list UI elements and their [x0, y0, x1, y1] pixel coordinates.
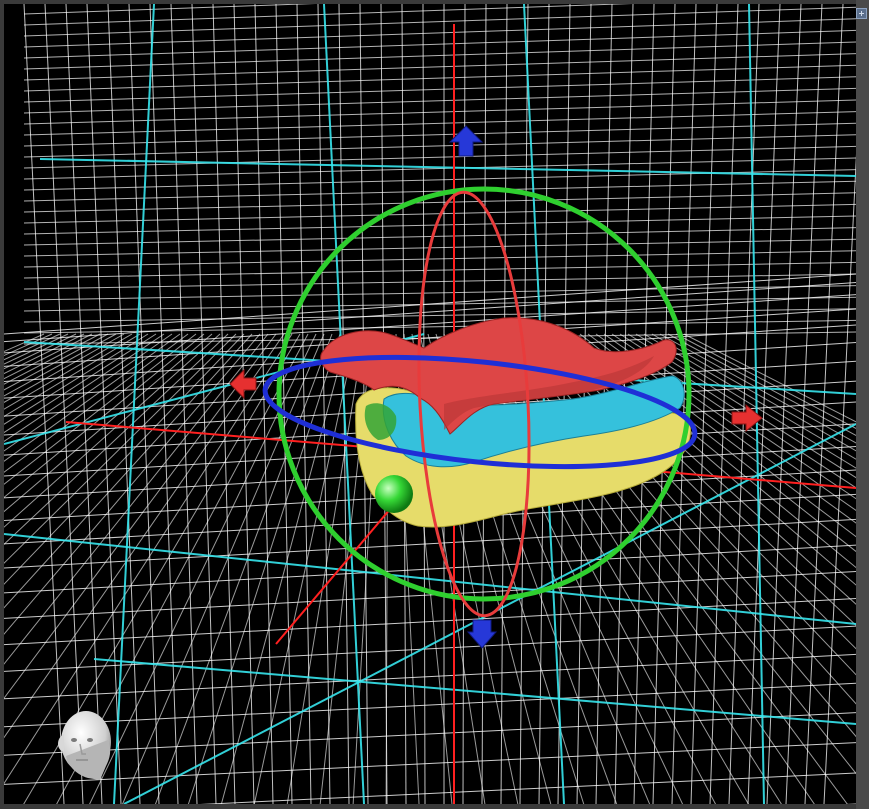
- grid-menu-icon[interactable]: [856, 8, 867, 19]
- grid-line: [4, 281, 856, 343]
- grid-line: [233, 4, 255, 804]
- grid-line: [23, 285, 856, 301]
- grid-line: [23, 134, 856, 158]
- 3d-viewport[interactable]: [4, 4, 856, 804]
- grid-line: [4, 273, 856, 335]
- grid-line: [317, 4, 331, 804]
- app-frame: [0, 0, 869, 809]
- move-handle-left[interactable]: [229, 368, 257, 400]
- grid-line: [4, 333, 253, 609]
- grid-line: [23, 4, 316, 15]
- grid-line: [93, 658, 856, 725]
- grid-line: [23, 145, 856, 169]
- grid-line: [23, 273, 856, 290]
- grid-line: [44, 4, 84, 804]
- grid-line: [23, 6, 856, 37]
- head-icon[interactable]: [58, 711, 111, 780]
- grid-line: [23, 308, 856, 323]
- grid-line: [23, 53, 856, 81]
- right-side-strip: [856, 0, 869, 809]
- grid-line: [296, 4, 312, 804]
- grid-line: [651, 333, 856, 452]
- grid-line: [86, 4, 122, 804]
- grid-line: [4, 333, 261, 635]
- grid-line: [23, 64, 856, 92]
- grid-line: [23, 29, 856, 59]
- grid-line: [122, 333, 325, 804]
- grid-line: [766, 4, 802, 804]
- grid-line: [23, 18, 856, 48]
- move-handle-depth-ball[interactable]: [375, 475, 413, 513]
- grid-line: [4, 625, 856, 672]
- grid-line: [23, 296, 856, 312]
- grid-line: [23, 41, 856, 70]
- scene-svg: [4, 4, 856, 804]
- grid-line: [23, 227, 856, 246]
- grid-line: [4, 653, 856, 700]
- grid-line: [107, 4, 141, 804]
